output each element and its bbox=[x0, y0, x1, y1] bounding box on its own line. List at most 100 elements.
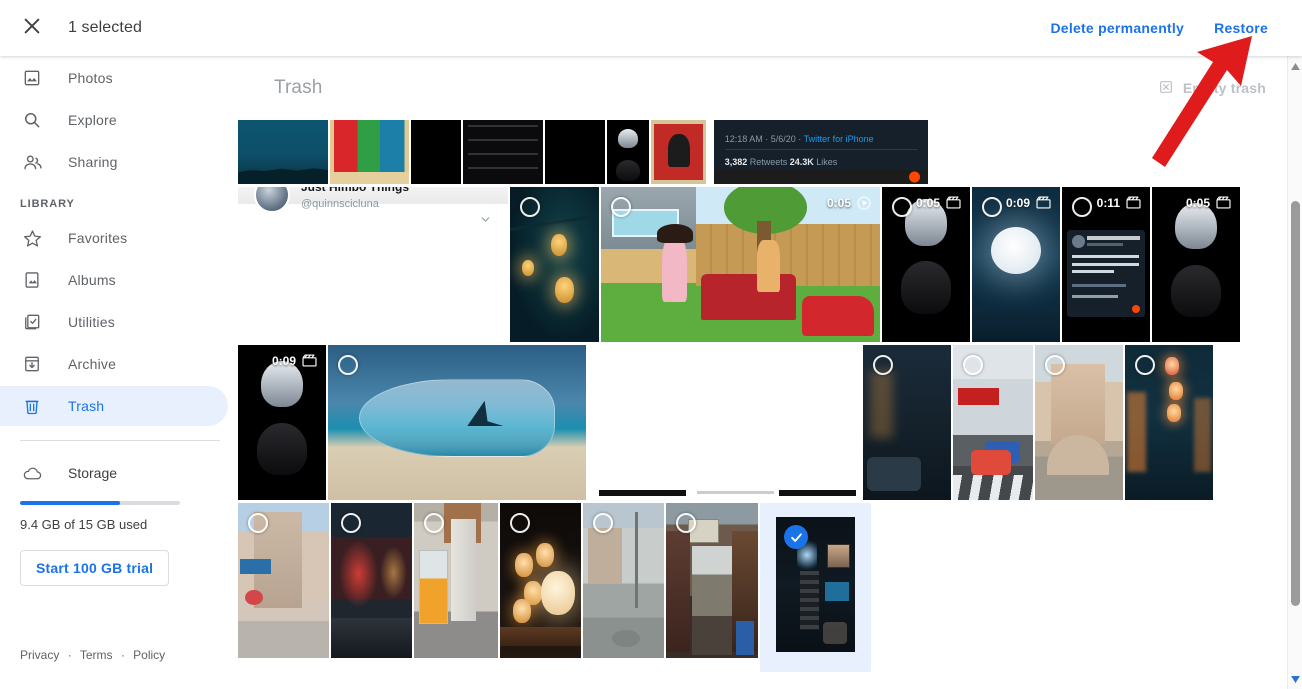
chevron-down-icon[interactable] bbox=[479, 213, 492, 231]
tile-crosswalk-manhole[interactable] bbox=[583, 503, 664, 658]
tile-japan-street-taxi[interactable] bbox=[953, 345, 1033, 500]
tile-ship-in-bottle[interactable] bbox=[328, 345, 586, 500]
people-icon bbox=[20, 150, 44, 174]
tile-daytime-street[interactable] bbox=[238, 503, 329, 658]
delete-permanently-button[interactable]: Delete permanently bbox=[1038, 10, 1196, 46]
sidebar-item-sharing[interactable]: Sharing bbox=[0, 142, 228, 182]
storage-header[interactable]: Storage bbox=[20, 461, 218, 485]
reddit-icon bbox=[909, 171, 920, 183]
tile-select-circle[interactable] bbox=[510, 513, 530, 533]
page-title: Trash bbox=[274, 77, 323, 98]
footer-separator: · bbox=[67, 648, 72, 662]
main-content-area: Trash Empty trash 12:18 AM · 5/6/20 · Tw… bbox=[238, 56, 1302, 689]
policy-link[interactable]: Policy bbox=[133, 648, 165, 662]
tile-black-1[interactable] bbox=[411, 120, 461, 184]
tile-select-circle[interactable] bbox=[593, 513, 613, 533]
sidebar-item-favorites[interactable]: Favorites bbox=[0, 218, 228, 258]
tile-select-circle[interactable] bbox=[982, 197, 1002, 217]
selection-count-label: 1 selected bbox=[68, 19, 142, 36]
tile-select-circle[interactable] bbox=[1045, 355, 1065, 375]
tile-daft-helmet-2[interactable]: 0:05 bbox=[882, 187, 970, 342]
tweet-timestamp: 12:18 AM · 5/6/20 · Twitter for iPhone bbox=[725, 134, 874, 144]
sidebar-item-trash[interactable]: Trash bbox=[0, 386, 228, 426]
empty-trash-button[interactable]: Empty trash bbox=[1158, 79, 1266, 98]
scroll-up-arrow-icon[interactable] bbox=[1288, 58, 1302, 74]
movie-icon bbox=[301, 353, 318, 368]
tile-select-circle[interactable] bbox=[338, 355, 358, 375]
tile-neon-red-alley[interactable] bbox=[331, 503, 412, 658]
terms-link[interactable]: Terms bbox=[80, 648, 113, 662]
video-duration-label: 0:09 bbox=[271, 353, 296, 368]
sidebar-item-label: Sharing bbox=[68, 154, 118, 170]
tile-string-lights[interactable] bbox=[510, 187, 599, 342]
sidebar-item-photos[interactable]: Photos bbox=[0, 58, 228, 98]
tile-dusk-landscape[interactable] bbox=[238, 120, 328, 184]
tile-select-circle[interactable] bbox=[1135, 355, 1155, 375]
video-duration-badge: 0:05 bbox=[916, 195, 962, 210]
tile-select-circle[interactable] bbox=[1072, 197, 1092, 217]
sidebar-item-explore[interactable]: Explore bbox=[0, 100, 228, 140]
tile-select-circle[interactable] bbox=[424, 513, 444, 533]
tile-night-stairs-selected[interactable] bbox=[760, 503, 871, 672]
profile-handle: @quinnscicluna bbox=[301, 197, 379, 210]
empty-trash-label: Empty trash bbox=[1182, 80, 1266, 96]
tile-twitter-profile-card[interactable]: Just Himbo Things @quinnscicluna bbox=[238, 187, 508, 233]
tile-select-circle[interactable] bbox=[520, 197, 540, 217]
tile-tweet-screenshot[interactable]: 0:11 bbox=[1062, 187, 1150, 342]
archive-icon bbox=[20, 352, 44, 376]
tile-daft-helmet-1[interactable] bbox=[607, 120, 649, 184]
storage-label: Storage bbox=[68, 465, 118, 481]
tile-daft-helmet-3[interactable]: 0:05 bbox=[1152, 187, 1240, 342]
tweet-source-link[interactable]: Twitter for iPhone bbox=[804, 134, 874, 144]
vertical-scrollbar[interactable] bbox=[1287, 56, 1302, 689]
star-icon bbox=[20, 226, 44, 250]
tile-blank-white[interactable] bbox=[588, 345, 861, 500]
grid-row-2: Just Himbo Things @quinnscicluna bbox=[238, 187, 1240, 342]
selected-check-icon[interactable] bbox=[784, 525, 808, 549]
tile-select-circle[interactable] bbox=[676, 513, 696, 533]
sidebar-item-label: Archive bbox=[68, 356, 117, 372]
tile-select-circle[interactable] bbox=[611, 197, 631, 217]
sidebar-item-albums[interactable]: Albums bbox=[0, 260, 228, 300]
tile-vending-machine[interactable] bbox=[414, 503, 498, 658]
retweets-count: 3,382 bbox=[724, 157, 748, 168]
sidebar-item-label: Favorites bbox=[68, 230, 128, 246]
tile-cyberpunk-alley[interactable] bbox=[863, 345, 951, 500]
tile-select-circle[interactable] bbox=[341, 513, 361, 533]
close-selection-button[interactable] bbox=[8, 4, 56, 52]
restore-button[interactable]: Restore bbox=[1202, 10, 1280, 46]
tile-venice-canal-painting[interactable] bbox=[1035, 345, 1123, 500]
start-trial-button[interactable]: Start 100 GB trial bbox=[20, 550, 170, 586]
tile-rgb-album-cover[interactable] bbox=[330, 120, 409, 184]
profile-display-name: Just Himbo Things bbox=[301, 187, 409, 194]
tile-settings-list[interactable] bbox=[463, 120, 543, 184]
sidebar-item-label: Albums bbox=[68, 272, 116, 288]
scroll-down-arrow-icon[interactable] bbox=[1288, 671, 1302, 687]
sidebar-item-utilities[interactable]: Utilities bbox=[0, 302, 228, 342]
tile-arcade-alley[interactable] bbox=[666, 503, 758, 658]
tile-select-circle[interactable] bbox=[963, 355, 983, 375]
empty-trash-icon bbox=[1158, 79, 1174, 98]
tile-tweet-stats-card[interactable]: 12:18 AM · 5/6/20 · Twitter for iPhone 3… bbox=[714, 120, 928, 184]
tile-black-2[interactable] bbox=[545, 120, 605, 184]
tile-daft-poster[interactable] bbox=[651, 120, 706, 184]
scrollbar-thumb[interactable] bbox=[1291, 201, 1300, 606]
trash-icon bbox=[20, 394, 44, 418]
tile-paper-lanterns[interactable] bbox=[500, 503, 581, 658]
tile-cartoon-scene[interactable]: 0:05 bbox=[601, 187, 880, 342]
grid-row-3: 0:09 bbox=[238, 345, 1213, 500]
video-duration-badge: 0:05 bbox=[827, 195, 872, 211]
tweet-footer bbox=[714, 169, 928, 184]
tile-moon-night[interactable]: 0:09 bbox=[972, 187, 1060, 342]
avatar bbox=[254, 187, 290, 214]
tile-select-circle[interactable] bbox=[892, 197, 912, 217]
privacy-link[interactable]: Privacy bbox=[20, 648, 59, 662]
storage-usage-label: 9.4 GB of 15 GB used bbox=[20, 517, 148, 532]
tile-select-circle[interactable] bbox=[248, 513, 268, 533]
sidebar-item-label: Trash bbox=[68, 398, 105, 414]
tile-neon-alley-blue[interactable] bbox=[1125, 345, 1213, 500]
sidebar-item-archive[interactable]: Archive bbox=[0, 344, 228, 384]
grid-row-4 bbox=[238, 503, 871, 672]
tile-select-circle[interactable] bbox=[873, 355, 893, 375]
tile-daft-helmet-4[interactable]: 0:09 bbox=[238, 345, 326, 500]
